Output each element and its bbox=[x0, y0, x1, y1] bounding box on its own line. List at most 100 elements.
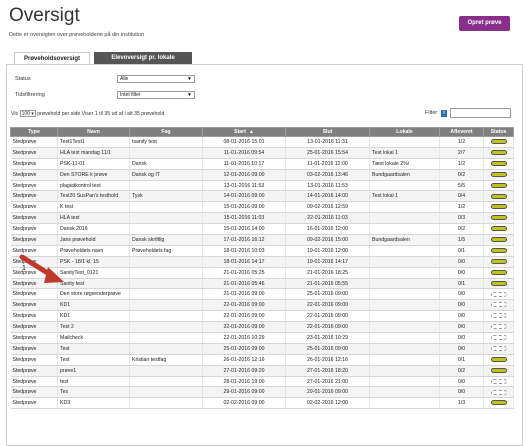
table-row[interactable]: Stedprøve K test 15-01-2016 09:00 09-02-201… bbox=[10, 201, 514, 214]
status-badge[interactable] bbox=[490, 356, 507, 362]
cell-name[interactable]: Test bbox=[57, 343, 130, 355]
status-badge[interactable] bbox=[490, 258, 507, 264]
cell-name[interactable]: K test bbox=[57, 201, 130, 214]
status-badge[interactable] bbox=[490, 313, 507, 319]
cell-start: 02-02-2016 09:00 bbox=[202, 397, 286, 410]
cell-name[interactable]: Prøveholdets navn bbox=[57, 245, 130, 257]
table-row[interactable]: Stedprøve KD1 22-01-2016 09:00 22-01-2016 0… bbox=[10, 310, 514, 323]
table-row[interactable]: Stedprøve Test 2 22-01-2016 09:00 22-01-201… bbox=[10, 321, 514, 334]
column-header-type[interactable]: Type bbox=[10, 127, 58, 137]
table-row[interactable]: Stedprøve prøve1 27-01-2016 09:20 27-01-201… bbox=[10, 365, 514, 377]
column-header-end[interactable]: Slut bbox=[285, 127, 370, 137]
table-row[interactable]: Stedprøve Dansk 2016 15-01-2016 14:00 16-01… bbox=[10, 223, 514, 236]
create-test-button[interactable]: Opret prøve bbox=[459, 16, 510, 31]
table-row[interactable]: Stedprøve Jans prøvehold Dansk skriftlig 17… bbox=[10, 234, 514, 246]
status-badge[interactable] bbox=[490, 367, 507, 373]
cell-name[interactable]: Test bbox=[57, 354, 130, 366]
table-row[interactable]: Stedprøve PSK-11-01 Dansk 11-01-2016 10:17 1… bbox=[10, 158, 514, 170]
cell-name[interactable]: test bbox=[57, 376, 130, 388]
table-row[interactable]: Stedprøve test 28-01-2016 19:00 27-01-2016 … bbox=[10, 376, 514, 388]
cell-name[interactable]: Den STORE k prøve bbox=[57, 169, 130, 181]
cell-name[interactable]: Test 2 bbox=[57, 321, 130, 334]
status-badge[interactable] bbox=[490, 171, 507, 177]
cell-name[interactable]: Den store røgvenderprøve bbox=[57, 288, 130, 301]
cell-start: 29-01-2016 09:00 bbox=[202, 386, 286, 399]
table-row[interactable]: Stedprøve Prøveholdets navn Prøveholdets f… bbox=[10, 245, 514, 257]
status-badge[interactable] bbox=[490, 139, 507, 145]
column-header-name[interactable]: Navn bbox=[57, 127, 130, 137]
status-badge[interactable] bbox=[490, 193, 507, 199]
column-header-status[interactable]: Status bbox=[483, 127, 514, 137]
table-row[interactable]: Stedprøve SanityTest_0121 21-01-2016 05:25… bbox=[10, 267, 514, 279]
status-badge[interactable] bbox=[490, 324, 507, 330]
table-row[interactable]: Stedprøve Test Kristian testfag 26-01-2016 … bbox=[10, 354, 514, 366]
filter-input[interactable] bbox=[450, 108, 511, 118]
status-badge[interactable] bbox=[490, 182, 507, 188]
cell-submitted: 1/3 bbox=[439, 397, 484, 410]
table-row[interactable]: Stedprøve KD3 02-02-2016 09:00 02-02-2016 1… bbox=[10, 397, 514, 410]
table-row[interactable]: Stedprøve HLA test mandag 11/1 11-01-2016 … bbox=[10, 147, 514, 159]
cell-subject bbox=[129, 147, 203, 159]
cell-end: 09-02-2016 12:59 bbox=[285, 201, 370, 214]
cell-name[interactable]: Tes bbox=[57, 386, 130, 399]
cell-type: Stedprøve bbox=[10, 343, 58, 355]
pagination-info: Vis 100 ▾ prøvehold per side Viser 1 til… bbox=[11, 110, 164, 117]
table-row[interactable]: Stedprøve KD1 22-01-2016 09:00 22-01-2016 0… bbox=[10, 299, 514, 312]
status-select[interactable]: Alle ▼ bbox=[117, 75, 195, 83]
cell-name[interactable]: KD1 bbox=[57, 299, 130, 312]
cell-name[interactable]: Test20 SusPan's testhold bbox=[57, 190, 130, 203]
table-row[interactable]: Stedprøve plagiatkontrol test 13-01-2016 1… bbox=[10, 180, 514, 192]
cell-name[interactable]: plagiatkontrol test bbox=[57, 180, 130, 192]
status-badge[interactable] bbox=[490, 335, 507, 341]
status-badge[interactable] bbox=[490, 378, 507, 384]
status-badge[interactable] bbox=[490, 215, 507, 221]
status-badge[interactable] bbox=[490, 226, 507, 232]
table-row[interactable]: Stedprøve Mailcheck 22-01-2016 10:29 23-01-… bbox=[10, 332, 514, 344]
status-badge[interactable] bbox=[490, 247, 507, 253]
table-row[interactable]: Stedprøve Den store røgvenderprøve 21-01-2… bbox=[10, 288, 514, 301]
per-page-select[interactable]: 100 ▾ bbox=[19, 110, 36, 117]
info-icon[interactable]: i bbox=[441, 110, 447, 117]
column-header-start[interactable]: Start ▲ bbox=[202, 127, 286, 137]
cell-name[interactable]: Sanity test bbox=[57, 278, 130, 290]
table-row[interactable]: Stedprøve Test20 SusPan's testhold Tysk 14-… bbox=[10, 190, 514, 203]
table-row[interactable]: Stedprøve Tes 29-01-2016 09:00 29-01-2016 0… bbox=[10, 386, 514, 399]
status-badge[interactable] bbox=[490, 149, 507, 155]
cell-start: 28-01-2016 19:00 bbox=[202, 376, 286, 388]
table-row[interactable]: Stedprøve PSK - 18/1 kl. 15 18-01-2016 14:… bbox=[10, 256, 514, 268]
cell-name[interactable]: KD1 bbox=[57, 310, 130, 323]
status-badge[interactable] bbox=[490, 280, 507, 286]
status-badge[interactable] bbox=[490, 400, 507, 406]
status-badge[interactable] bbox=[490, 160, 507, 166]
cell-name[interactable]: Mailcheck bbox=[57, 332, 130, 344]
status-badge[interactable] bbox=[490, 291, 507, 297]
status-badge[interactable] bbox=[490, 389, 507, 395]
status-badge[interactable] bbox=[490, 237, 507, 243]
table-row[interactable]: Stedprøve Sanity test 21-01-2016 05:46 21-0… bbox=[10, 278, 514, 290]
cell-name[interactable]: Test1Test1 bbox=[57, 136, 130, 148]
cell-name[interactable]: prøve1 bbox=[57, 365, 130, 377]
status-filter-label: Status bbox=[15, 76, 31, 82]
status-badge[interactable] bbox=[490, 204, 507, 210]
table-row[interactable]: Stedprøve Test1Test1 tsanity test 08-01-201… bbox=[10, 136, 514, 148]
cell-name[interactable]: Jans prøvehold bbox=[57, 234, 130, 246]
cell-name[interactable]: PSK-11-01 bbox=[57, 158, 130, 170]
cell-name[interactable]: HLA test mandag 11/1 bbox=[57, 147, 130, 159]
table-row[interactable]: Stedprøve Test 25-01-2016 09:00 25-01-2016 … bbox=[10, 343, 514, 355]
column-header-subject[interactable]: Fag bbox=[129, 127, 203, 137]
period-select[interactable]: Intet filter ▼ bbox=[117, 91, 195, 99]
cell-status bbox=[483, 288, 514, 301]
status-badge[interactable] bbox=[490, 345, 507, 351]
cell-start: 08-01-2016 15:01 bbox=[202, 136, 286, 148]
cell-name[interactable]: Dansk 2016 bbox=[57, 223, 130, 236]
table-row[interactable]: Stedprøve Den STORE k prøve Dansk og IT 12-… bbox=[10, 169, 514, 181]
status-badge[interactable] bbox=[490, 269, 507, 275]
column-header-room[interactable]: Lokale bbox=[369, 127, 440, 137]
column-header-submitted[interactable]: Afleveret bbox=[439, 127, 484, 137]
cell-name[interactable]: SanityTest_0121 bbox=[57, 267, 130, 279]
cell-name[interactable]: HLA test bbox=[57, 212, 130, 225]
status-badge[interactable] bbox=[490, 302, 507, 308]
cell-name[interactable]: KD3 bbox=[57, 397, 130, 410]
cell-name[interactable]: PSK - 18/1 kl. 15 bbox=[57, 256, 130, 268]
table-row[interactable]: Stedprøve HLA test 15-01-2016 11:03 22-01-2… bbox=[10, 212, 514, 225]
